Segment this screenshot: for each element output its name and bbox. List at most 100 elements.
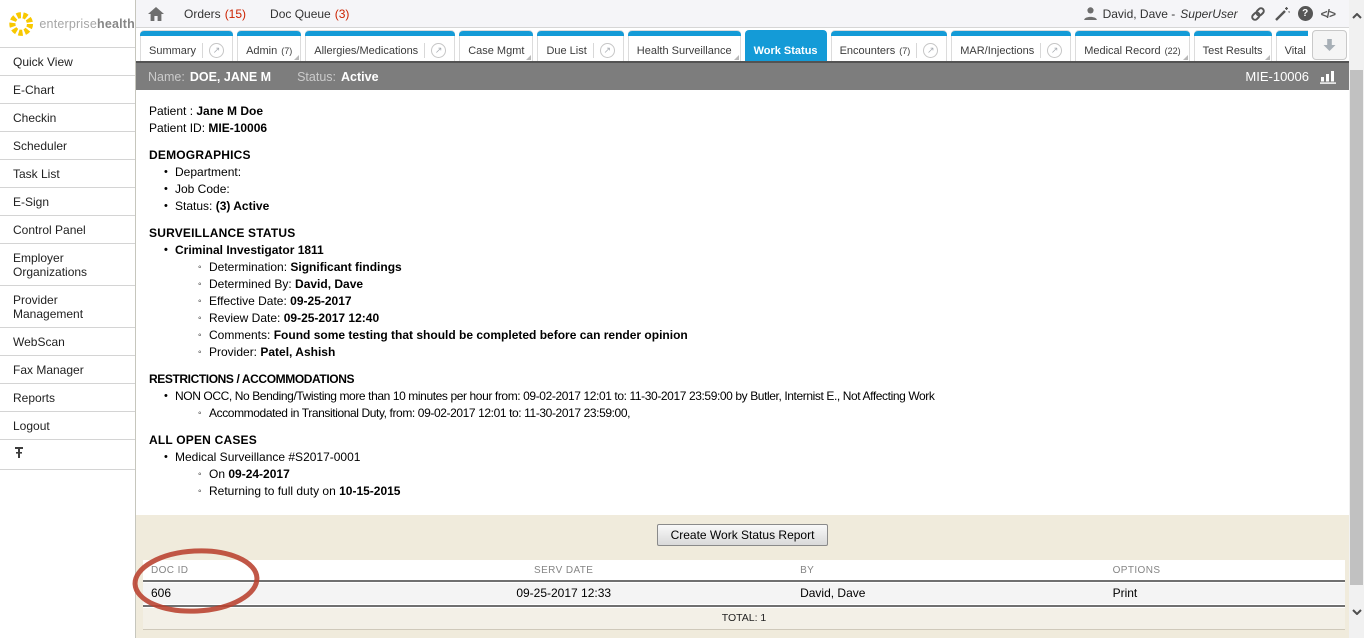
patient-chart-id: MIE-10006 <box>1245 69 1309 84</box>
work-status-report: Patient : Jane M Doe Patient ID: MIE-100… <box>136 90 1349 515</box>
tab-overflow-button[interactable] <box>1312 30 1347 60</box>
cell-serv-date: 09-25-2017 12:33 <box>335 583 792 604</box>
col-header-options[interactable]: OPTIONS <box>1105 560 1345 579</box>
tab-medical-record[interactable]: Medical Record (22) <box>1075 30 1189 61</box>
sidebar-item-provider-management[interactable]: Provider Management <box>0 286 135 328</box>
open-cases-heading: ALL OPEN CASES <box>149 432 1339 449</box>
tab-encounters[interactable]: Encounters (7) ↗ <box>831 30 948 61</box>
tab-label: Due List <box>546 45 586 57</box>
wand-button[interactable] <box>1274 6 1290 22</box>
home-icon <box>148 7 164 21</box>
cell-options-print[interactable]: Print <box>1105 583 1345 604</box>
create-work-status-report-button[interactable]: Create Work Status Report <box>657 524 829 546</box>
tab-test-results[interactable]: Test Results <box>1194 30 1272 61</box>
sidebar-item-scheduler[interactable]: Scheduler <box>0 132 135 160</box>
demographics-job-code: Job Code: <box>163 181 1339 198</box>
surveillance-review-date: Review Date: 09-25-2017 12:40 <box>198 310 1339 327</box>
orders-count: (15) <box>225 7 246 21</box>
tab-admin[interactable]: Admin (7) <box>237 30 301 61</box>
patient-name-value: DOE, JANE M <box>190 70 271 84</box>
tab-label: Admin <box>246 45 277 57</box>
patient-name: Jane M Doe <box>196 104 263 118</box>
col-header-by[interactable]: BY <box>792 560 1105 579</box>
sidebar-pin-toggle[interactable] <box>0 440 135 470</box>
tab-label: Summary <box>149 45 196 57</box>
cell-doc-id: 606 <box>143 583 335 604</box>
vertical-scrollbar[interactable] <box>1349 0 1364 638</box>
popup-icon[interactable]: ↗ <box>431 43 446 58</box>
tab-mar-injections[interactable]: MAR/Injections ↗ <box>951 30 1071 61</box>
sidebar-item-quick-view[interactable]: Quick View <box>0 48 135 76</box>
user-role: SuperUser <box>1180 7 1237 21</box>
tab-label: Medical Record <box>1084 45 1160 57</box>
sidebar-item-control-panel[interactable]: Control Panel <box>0 216 135 244</box>
surveillance-case-title: Criminal Investigator 1811 <box>163 242 1339 259</box>
sidebar-item-e-chart[interactable]: E-Chart <box>0 76 135 104</box>
scrollbar-thumb[interactable] <box>1350 70 1363 585</box>
open-case-title: Medical Surveillance #S2017-0001 <box>163 449 1339 466</box>
tab-summary[interactable]: Summary ↗ <box>140 30 233 61</box>
top-bar-right: David, Dave - SuperUser <box>1083 6 1335 22</box>
tab-work-status[interactable]: Work Status <box>745 30 827 61</box>
tab-case-mgmt[interactable]: Case Mgmt <box>459 30 533 61</box>
table-total: TOTAL: 1 <box>143 608 1345 630</box>
tab-divider <box>593 43 594 58</box>
sidebar-item-webscan[interactable]: WebScan <box>0 328 135 356</box>
chevron-up-icon <box>1352 13 1362 19</box>
enterprise-health-logo[interactable]: enterprisehealth <box>0 0 135 47</box>
current-user[interactable]: David, Dave - SuperUser <box>1083 6 1238 21</box>
popup-icon[interactable]: ↗ <box>1047 43 1062 58</box>
tab-divider <box>424 43 425 58</box>
tab-label: Vital Signs <box>1285 45 1308 57</box>
documents-table: DOC ID SERV DATE BY OPTIONS 606 09-25-20… <box>143 560 1345 630</box>
doc-queue-label: Doc Queue <box>270 7 331 21</box>
sidebar-item-reports[interactable]: Reports <box>0 384 135 412</box>
scroll-down-button[interactable] <box>1349 604 1364 620</box>
sidebar-item-fax-manager[interactable]: Fax Manager <box>0 356 135 384</box>
tab-label: Test Results <box>1203 45 1263 57</box>
table-row[interactable]: 606 09-25-2017 12:33 David, Dave Print <box>143 583 1345 604</box>
top-bar: Orders (15) Doc Queue (3) David, Dave - … <box>136 0 1349 28</box>
popup-icon[interactable]: ↗ <box>209 43 224 58</box>
tab-allergies-medications[interactable]: Allergies/Medications ↗ <box>305 30 455 61</box>
sidebar-menu: Quick View E-Chart Checkin Scheduler Tas… <box>0 47 135 470</box>
tab-divider <box>202 43 203 58</box>
open-case-on-date: On 09-24-2017 <box>198 466 1339 483</box>
tab-due-list[interactable]: Due List ↗ <box>537 30 623 61</box>
sidebar-item-task-list[interactable]: Task List <box>0 160 135 188</box>
sidebar-item-employer-organizations[interactable]: Employer Organizations <box>0 244 135 286</box>
surveillance-determination: Determination: Significant findings <box>198 259 1339 276</box>
down-arrow-icon <box>1322 38 1337 52</box>
orders-link[interactable]: Orders (15) <box>184 7 246 21</box>
sidebar-item-checkin[interactable]: Checkin <box>0 104 135 132</box>
bar-chart-icon[interactable] <box>1319 69 1339 84</box>
patient-id-line: Patient ID: MIE-10006 <box>149 120 1339 137</box>
sidebar: enterprisehealth Quick View E-Chart Chec… <box>0 0 136 638</box>
demographics-status: Status: (3) Active <box>163 198 1339 215</box>
col-header-serv-date[interactable]: SERV DATE <box>335 560 792 579</box>
tab-divider <box>1040 43 1041 58</box>
help-icon[interactable]: ? <box>1298 6 1313 21</box>
chain-link-icon <box>1250 6 1266 22</box>
tab-health-surveillance[interactable]: Health Surveillance <box>628 30 741 61</box>
popup-icon[interactable]: ↗ <box>923 43 938 58</box>
demographics-heading: DEMOGRAPHICS <box>149 147 1339 164</box>
chevron-down-icon <box>1352 609 1362 615</box>
tab-label: Allergies/Medications <box>314 45 418 57</box>
code-icon[interactable]: </> <box>1321 7 1335 21</box>
tab-vital-signs[interactable]: Vital Signs ↗ <box>1276 30 1308 61</box>
sidebar-item-e-sign[interactable]: E-Sign <box>0 188 135 216</box>
doc-queue-link[interactable]: Doc Queue (3) <box>270 7 349 21</box>
tab-label: Work Status <box>754 45 818 57</box>
scroll-up-button[interactable] <box>1349 8 1364 24</box>
popup-icon[interactable]: ↗ <box>600 43 615 58</box>
tab-dropdown-notch <box>294 55 299 60</box>
col-header-doc-id[interactable]: DOC ID <box>143 560 335 579</box>
user-name: David, Dave - <box>1103 7 1176 21</box>
sidebar-item-logout[interactable]: Logout <box>0 412 135 440</box>
tab-dropdown-notch <box>1183 55 1188 60</box>
link-button[interactable] <box>1250 6 1266 22</box>
magic-wand-icon <box>1274 6 1290 22</box>
home-button[interactable] <box>148 7 164 21</box>
accommodation-line: Accommodated in Transitional Duty, from:… <box>198 405 1339 422</box>
